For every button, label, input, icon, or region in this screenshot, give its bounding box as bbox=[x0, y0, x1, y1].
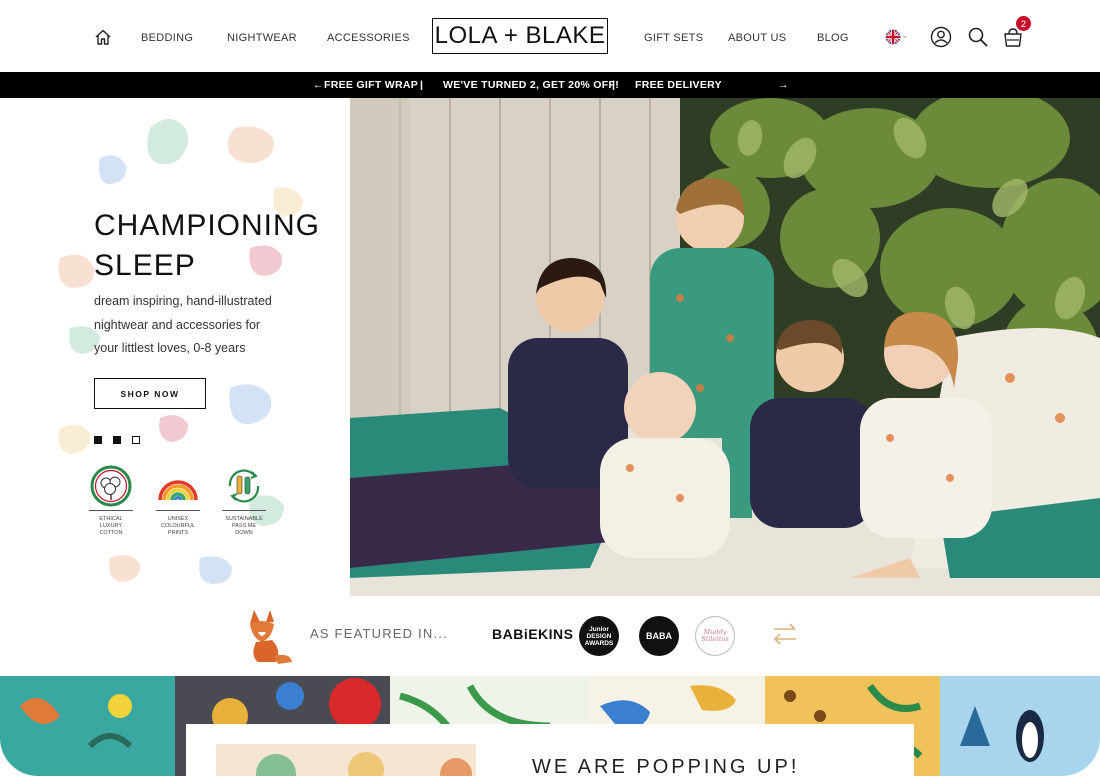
site-logo[interactable]: LOLA + BLAKE bbox=[432, 18, 608, 54]
press-logo-babiekins[interactable]: BABiEKINS bbox=[492, 626, 574, 642]
nav-gift-sets[interactable]: GIFT SETS bbox=[644, 32, 703, 44]
recycle-icon bbox=[228, 469, 260, 503]
site-header: BEDDING NIGHTWEAR ACCESSORIES LOLA + BLA… bbox=[0, 0, 1100, 72]
hero-subtitle-line: dream inspiring, hand-illustrated bbox=[94, 294, 272, 308]
usp-label-line: PRINTS bbox=[167, 530, 189, 536]
carousel-arrows-icon[interactable] bbox=[771, 620, 799, 648]
nav-blog[interactable]: BLOG bbox=[817, 32, 849, 44]
usp-divider bbox=[222, 510, 266, 511]
usp-label-line: ETHICAL bbox=[99, 516, 123, 522]
nav-nightwear[interactable]: NIGHTWEAR bbox=[227, 32, 297, 44]
cotton-icon bbox=[90, 465, 132, 507]
slide-indicator-1[interactable] bbox=[94, 436, 102, 444]
nav-about-us[interactable]: ABOUT US bbox=[728, 32, 786, 44]
promo-free-delivery: FREE DELIVERY bbox=[635, 79, 722, 91]
hero-subtitle: dream inspiring, hand-illustrated nightw… bbox=[94, 290, 314, 361]
hero-subtitle-line: nightwear and accessories for bbox=[94, 317, 261, 332]
pop-up-image bbox=[216, 744, 476, 776]
usp-label-sustainable: SUSTAINABLE PASS ME DOWN bbox=[214, 516, 274, 537]
usp-label-line: COTTON bbox=[99, 530, 123, 536]
rainbow-icon bbox=[158, 480, 198, 501]
usp-label-cotton: ETHICAL LUXURY COTTON bbox=[81, 516, 141, 537]
press-logo-muddy-stilettos[interactable]: Muddy Stilettos bbox=[695, 616, 735, 656]
nav-bedding[interactable]: BEDDING bbox=[141, 32, 193, 44]
usp-label-prints: UNISEX COLOURFUL PRINTS bbox=[148, 516, 208, 537]
promo-next-arrow[interactable]: → bbox=[778, 79, 789, 91]
usp-label-line: LUXURY bbox=[99, 523, 123, 529]
usp-label-line: SUSTAINABLE bbox=[225, 516, 263, 522]
featured-in-section: AS FEATURED IN... BABiEKINS Junior DESIG… bbox=[0, 596, 1100, 676]
hero-image bbox=[350, 98, 1100, 596]
uk-flag-icon[interactable] bbox=[885, 26, 907, 48]
promo-free-gift-wrap: FREE GIFT WRAP bbox=[324, 79, 419, 91]
promo-anniversary-offer: WE'VE TURNED 2, GET 20% OFF! bbox=[443, 79, 619, 91]
shop-now-button[interactable]: SHOP NOW bbox=[94, 378, 206, 409]
promo-prev-arrow[interactable]: ← bbox=[313, 79, 324, 91]
usp-label-line: PASS ME bbox=[231, 523, 257, 529]
promo-bar: ← FREE GIFT WRAP | WE'VE TURNED 2, GET 2… bbox=[0, 72, 1100, 98]
search-icon[interactable] bbox=[967, 26, 989, 48]
cart-count-badge: 2 bbox=[1016, 16, 1031, 31]
slide-indicator-3[interactable] bbox=[132, 436, 140, 444]
usp-divider bbox=[89, 510, 133, 511]
home-icon[interactable] bbox=[94, 28, 112, 46]
fox-illustration-icon bbox=[250, 610, 292, 664]
usp-label-line: UNISEX bbox=[167, 516, 189, 522]
hero-title-line: CHAMPIONING bbox=[94, 209, 321, 242]
page: BEDDING NIGHTWEAR ACCESSORIES LOLA + BLA… bbox=[0, 0, 1100, 776]
hero-title-line: SLEEP bbox=[94, 249, 196, 282]
press-logo-baba[interactable]: BABA bbox=[639, 616, 679, 656]
children-in-pyjamas-photo bbox=[350, 98, 1100, 596]
hero-subtitle-line: your littlest loves, 0-8 years bbox=[94, 341, 246, 355]
account-icon[interactable] bbox=[930, 26, 952, 48]
usp-label-line: DOWN bbox=[235, 530, 253, 536]
press-logo-junior-design-awards[interactable]: Junior DESIGN AWARDS bbox=[579, 616, 619, 656]
nav-accessories[interactable]: ACCESSORIES bbox=[327, 32, 410, 44]
pop-up-title: WE ARE POPPING UP! bbox=[532, 756, 800, 776]
usp-label-line: COLOURFUL bbox=[161, 523, 195, 529]
usp-divider bbox=[156, 510, 200, 511]
hero-title: CHAMPIONING SLEEP bbox=[94, 206, 344, 286]
promo-divider: | bbox=[420, 79, 424, 91]
featured-in-label: AS FEATURED IN... bbox=[310, 626, 448, 641]
slide-indicator-2[interactable] bbox=[113, 436, 121, 444]
promo-divider: | bbox=[612, 79, 616, 91]
